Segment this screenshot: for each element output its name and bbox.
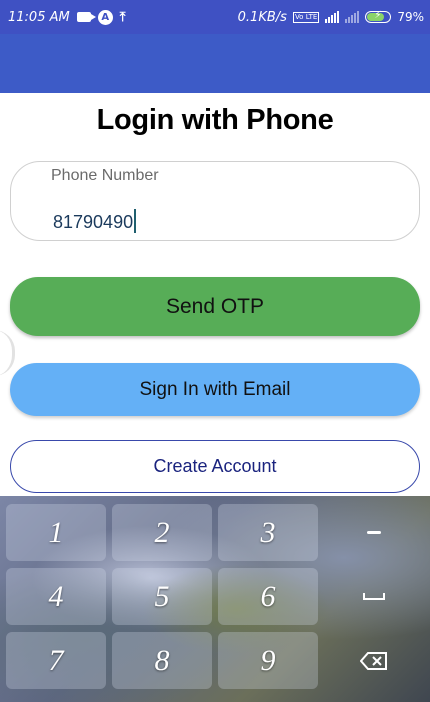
battery-percent: 79% xyxy=(397,10,424,24)
a-circle-icon: A xyxy=(97,9,113,25)
phone-number-field[interactable]: Phone Number 81790490 xyxy=(10,161,420,241)
create-account-button[interactable]: Create Account xyxy=(10,440,420,493)
numeric-keyboard: 1 2 3 4 5 6 7 8 9 xyxy=(0,496,430,702)
backspace-icon xyxy=(360,651,387,670)
key-7[interactable]: 7 xyxy=(6,632,106,689)
key-5[interactable]: 5 xyxy=(112,568,212,625)
bolt-icon: ⚡ xyxy=(374,10,382,21)
status-right: 0.1KB/s Vo LTE ⚡ 79% xyxy=(238,0,424,34)
back-gesture-indicator xyxy=(0,330,15,376)
network-speed: 0.1KB/s xyxy=(237,9,287,25)
dash-icon xyxy=(367,531,381,534)
text-cursor xyxy=(134,209,137,233)
upload-icon: ⤒ xyxy=(119,9,126,25)
signal-icon xyxy=(325,11,340,23)
video-camera-icon xyxy=(76,12,96,22)
page-title: Login with Phone xyxy=(96,104,334,136)
key-2[interactable]: 2 xyxy=(112,504,212,561)
send-otp-button[interactable]: Send OTP xyxy=(10,277,420,336)
phone-number-value[interactable]: 81790490 xyxy=(53,209,137,233)
status-left: 11:05 AM A ⤒ xyxy=(8,0,125,34)
key-8[interactable]: 8 xyxy=(112,632,212,689)
signal-dim-icon xyxy=(345,11,360,23)
key-9[interactable]: 9 xyxy=(218,632,318,689)
key-6[interactable]: 6 xyxy=(218,568,318,625)
phone-number-label: Phone Number xyxy=(51,167,159,184)
app-bar xyxy=(0,34,430,93)
status-bar: 11:05 AM A ⤒ 0.1KB/s Vo LTE ⚡ 79% xyxy=(0,0,430,34)
sign-in-with-email-button[interactable]: Sign In with Email xyxy=(10,363,420,416)
volte-icon: Vo LTE xyxy=(292,11,320,23)
key-3[interactable]: 3 xyxy=(218,504,318,561)
status-time: 11:05 AM xyxy=(8,9,70,25)
key-1[interactable]: 1 xyxy=(6,504,106,561)
space-key[interactable] xyxy=(324,568,424,625)
backspace-key[interactable] xyxy=(324,632,424,689)
space-icon xyxy=(363,593,385,600)
key-4[interactable]: 4 xyxy=(6,568,106,625)
dash-key[interactable] xyxy=(324,504,424,561)
battery-charging-icon: ⚡ xyxy=(365,10,392,23)
